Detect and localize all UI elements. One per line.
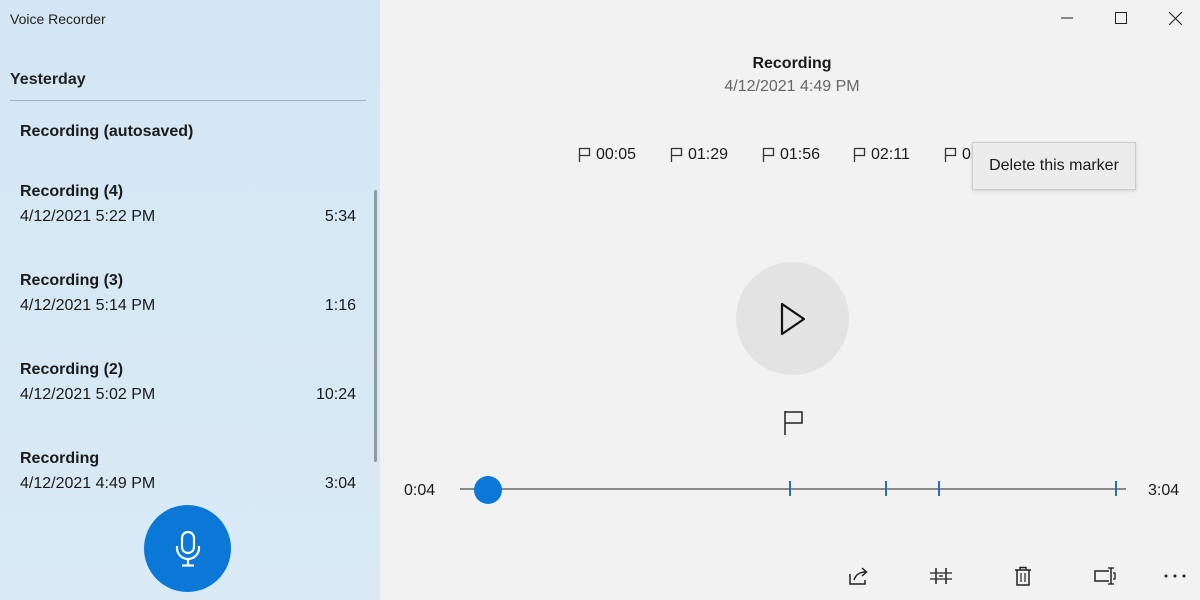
play-icon bbox=[780, 302, 805, 335]
flag-icon bbox=[944, 147, 957, 162]
trim-icon bbox=[930, 568, 952, 584]
recording-date-subtitle: 4/12/2021 4:49 PM bbox=[724, 78, 860, 95]
delete-icon bbox=[1015, 566, 1031, 586]
recording-duration: 10:24 bbox=[315, 386, 356, 403]
more-icon bbox=[1164, 574, 1186, 578]
delete-marker-tooltip[interactable]: Delete this marker bbox=[972, 142, 1136, 190]
flag-icon bbox=[578, 147, 591, 162]
playback-track[interactable] bbox=[460, 481, 1126, 496]
recording-name: Recording (3) bbox=[20, 272, 124, 289]
recording-date: 4/12/2021 5:14 PM bbox=[20, 297, 156, 314]
recording-list-item[interactable]: Recording (2) 4/12/2021 5:02 PM 10:24 bbox=[0, 350, 370, 430]
share-button[interactable] bbox=[844, 562, 874, 590]
share-icon bbox=[849, 567, 868, 585]
recording-date: 4/12/2021 4:49 PM bbox=[20, 475, 156, 492]
minimize-button[interactable] bbox=[1044, 0, 1090, 36]
marker-tick bbox=[938, 481, 940, 496]
minimize-icon bbox=[1061, 17, 1073, 19]
flag-icon bbox=[762, 147, 775, 162]
marker-time: 00:05 bbox=[596, 146, 637, 163]
recording-title: Recording bbox=[752, 55, 832, 72]
microphone-icon bbox=[175, 530, 200, 567]
close-icon bbox=[1168, 11, 1182, 25]
recording-duration: 1:16 bbox=[324, 297, 356, 314]
marker-tick bbox=[885, 481, 887, 496]
sidebar-scrollbar[interactable] bbox=[374, 190, 377, 462]
recording-duration: 3:04 bbox=[324, 475, 356, 492]
more-button[interactable] bbox=[1160, 562, 1190, 590]
recording-list-item[interactable]: Recording (3) 4/12/2021 5:14 PM 1:16 bbox=[0, 261, 370, 341]
close-button[interactable] bbox=[1152, 0, 1198, 36]
marker-item[interactable]: 0 bbox=[944, 146, 971, 164]
section-divider bbox=[10, 100, 366, 101]
marker-time: 01:56 bbox=[780, 146, 821, 163]
maximize-button[interactable] bbox=[1098, 0, 1144, 36]
recording-list-item[interactable]: Recording (4) 4/12/2021 5:22 PM 5:34 bbox=[0, 172, 370, 252]
marker-item[interactable]: 01:29 bbox=[670, 146, 728, 164]
section-header-yesterday: Yesterday bbox=[10, 71, 86, 88]
app-title: Voice Recorder bbox=[10, 11, 106, 27]
marker-item[interactable]: 02:11 bbox=[853, 146, 910, 164]
flag-icon bbox=[784, 411, 803, 435]
sidebar: Voice Recorder Yesterday Recording (auto… bbox=[0, 0, 380, 600]
marker-item[interactable]: 01:56 bbox=[762, 146, 820, 164]
play-button[interactable] bbox=[736, 262, 849, 375]
marker-time: 01:29 bbox=[688, 146, 729, 163]
recording-name: Recording (4) bbox=[20, 183, 124, 200]
current-time: 0:04 bbox=[404, 482, 436, 499]
recording-name: Recording (autosaved) bbox=[20, 123, 194, 140]
maximize-icon bbox=[1115, 12, 1127, 24]
total-time: 3:04 bbox=[1148, 482, 1180, 499]
recording-name: Recording (2) bbox=[20, 361, 124, 378]
marker-time: 0 bbox=[962, 146, 971, 163]
rename-icon bbox=[1094, 567, 1116, 585]
recording-duration: 5:34 bbox=[324, 208, 356, 225]
rename-button[interactable] bbox=[1090, 562, 1120, 590]
trim-button[interactable] bbox=[926, 562, 956, 590]
delete-button[interactable] bbox=[1008, 562, 1038, 590]
marker-time: 02:11 bbox=[871, 146, 910, 163]
marker-item[interactable]: 00:05 bbox=[578, 146, 636, 164]
add-marker-button[interactable] bbox=[780, 408, 808, 438]
playback-thumb[interactable] bbox=[474, 476, 503, 504]
main-panel: Recording 4/12/2021 4:49 PM 00:05 01:29 … bbox=[380, 0, 1200, 600]
recording-name: Recording bbox=[20, 450, 100, 467]
marker-tick bbox=[1115, 481, 1117, 496]
record-button[interactable] bbox=[144, 505, 231, 592]
recording-date: 4/12/2021 5:02 PM bbox=[20, 386, 156, 403]
flag-icon bbox=[853, 147, 866, 162]
marker-tick bbox=[789, 481, 791, 496]
recording-date: 4/12/2021 5:22 PM bbox=[20, 208, 156, 225]
flag-icon bbox=[670, 147, 683, 162]
